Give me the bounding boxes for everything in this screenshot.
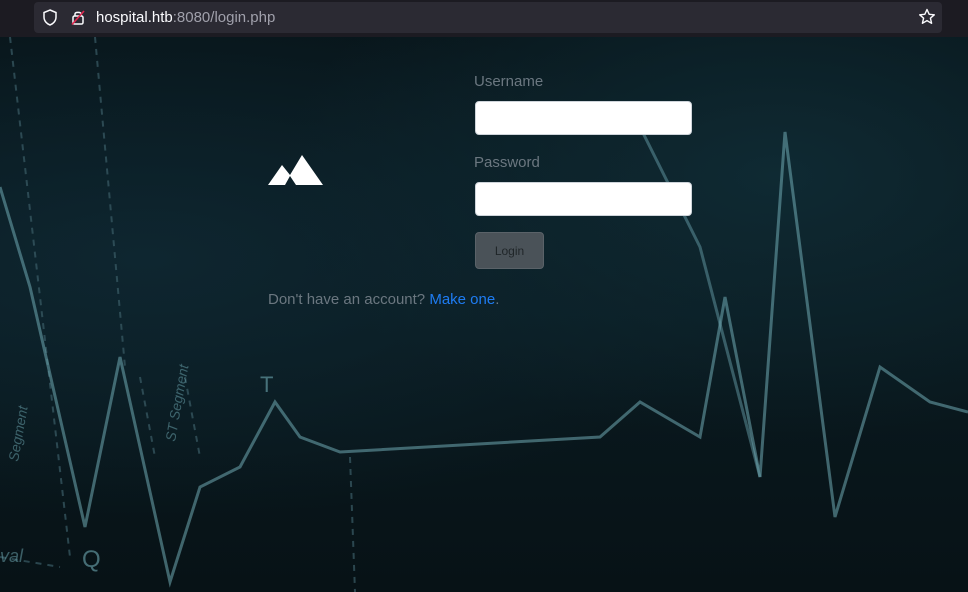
url-path: :8080/login.php (172, 9, 276, 26)
t-wave-label: T (260, 372, 273, 397)
make-account-link[interactable]: Make one (429, 291, 495, 308)
username-label: Username (474, 73, 544, 90)
password-input[interactable] (475, 182, 692, 216)
page-content: T Q val ST Segment Segment Username Pass… (0, 37, 968, 592)
signup-text: Don't have an account? (268, 291, 426, 308)
segment-label: Segment (5, 403, 31, 462)
password-label: Password (474, 154, 540, 171)
q-wave-label: Q (82, 546, 101, 573)
signup-suffix: . (495, 291, 500, 308)
mountain-logo-icon (268, 154, 324, 191)
username-input[interactable] (475, 101, 692, 135)
url-text[interactable]: hospital.htb:8080/login.php (96, 9, 275, 26)
address-bar[interactable]: hospital.htb:8080/login.php (34, 2, 942, 33)
url-host: hospital.htb (96, 9, 173, 26)
interval-label: val (0, 546, 24, 566)
bookmark-star-icon[interactable] (918, 8, 936, 31)
shield-icon[interactable] (42, 9, 58, 31)
insecure-lock-icon[interactable] (70, 9, 86, 31)
browser-toolbar: hospital.htb:8080/login.php (0, 0, 968, 37)
st-segment-label: ST Segment (162, 362, 191, 443)
signup-prompt: Don't have an account? Make one. (268, 291, 499, 308)
login-button[interactable]: Login (475, 232, 544, 269)
